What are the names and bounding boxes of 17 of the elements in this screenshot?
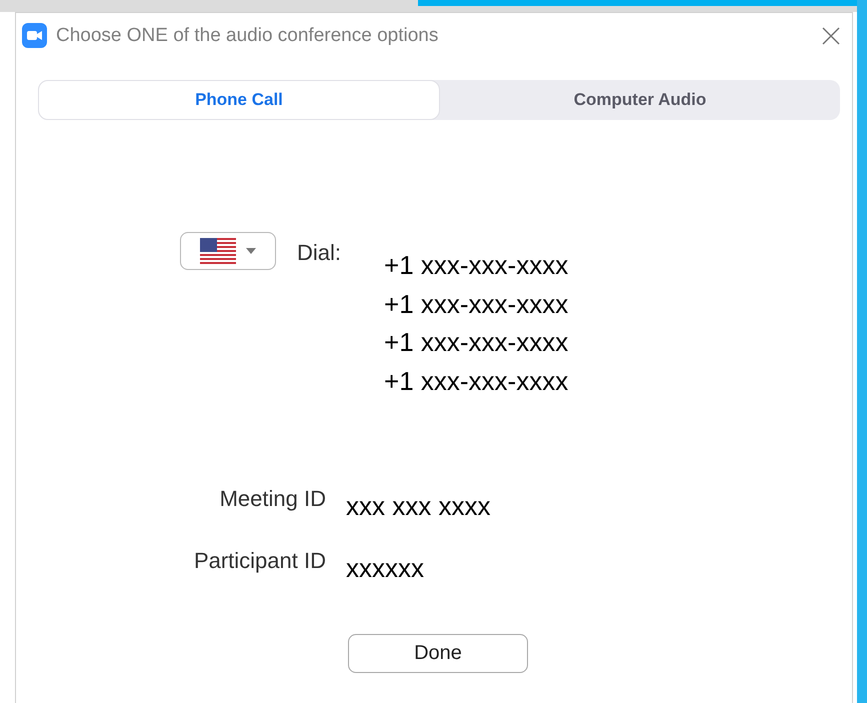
tab[interactable]: Computer Audio xyxy=(440,80,840,120)
country-dropdown[interactable] xyxy=(180,232,276,270)
video-camera-icon xyxy=(22,23,47,48)
tab[interactable]: Phone Call xyxy=(38,80,440,120)
id-label: Participant ID xyxy=(192,548,326,575)
id-value: xxxxxx xyxy=(346,553,425,584)
phone-number: +1 xxx-xxx-xxxx xyxy=(384,364,568,398)
phone-number: +1 xxx-xxx-xxxx xyxy=(384,288,568,320)
window-title: Choose ONE of the audio conference options xyxy=(56,24,440,46)
id-label: Meeting ID xyxy=(218,486,326,513)
done-button[interactable]: Done xyxy=(348,634,528,673)
id-value: xxx xxx xxxx xyxy=(346,491,492,522)
caret-icon xyxy=(246,248,256,254)
phone-number: +1 xxx-xxx-xxxx xyxy=(384,326,568,359)
flag-icon xyxy=(200,238,236,264)
dial-label: Dial: xyxy=(297,240,342,267)
phone-number: +1 xxx-xxx-xxxx xyxy=(384,249,568,282)
